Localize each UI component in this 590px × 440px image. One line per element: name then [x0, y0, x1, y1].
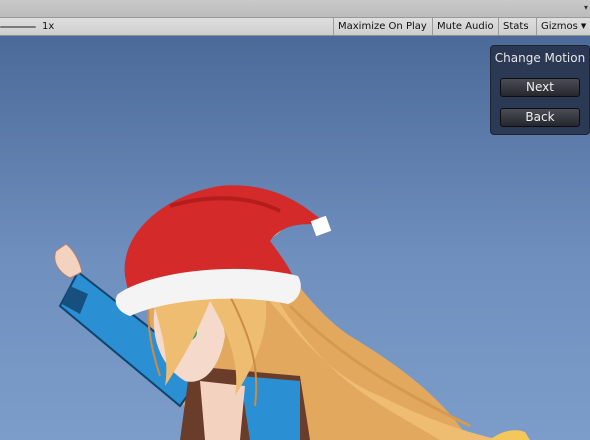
window-menu-icon[interactable]: ▾: [584, 3, 588, 12]
mute-audio-button[interactable]: Mute Audio: [432, 18, 498, 35]
scale-label: 1x: [42, 21, 55, 32]
scale-slider[interactable]: [0, 26, 36, 28]
mute-audio-label: Mute Audio: [437, 21, 494, 32]
editor-top-strip: ▾: [0, 0, 590, 18]
back-button[interactable]: Back: [500, 108, 580, 127]
chevron-down-icon: ▼: [580, 22, 587, 30]
panel-title: Change Motion: [494, 51, 586, 65]
gizmos-dropdown[interactable]: Gizmos ▼: [536, 18, 590, 35]
stats-label: Stats: [503, 21, 529, 32]
game-view-toolbar: 1x Maximize On Play Mute Audio Stats Giz…: [0, 18, 590, 36]
maximize-on-play-button[interactable]: Maximize On Play: [333, 18, 432, 35]
next-button[interactable]: Next: [500, 78, 580, 97]
change-motion-panel: Change Motion Next Back: [490, 45, 590, 135]
gizmos-label: Gizmos: [541, 21, 578, 32]
character-hand: [54, 243, 83, 279]
stats-button[interactable]: Stats: [498, 18, 536, 35]
maximize-on-play-label: Maximize On Play: [338, 21, 427, 32]
